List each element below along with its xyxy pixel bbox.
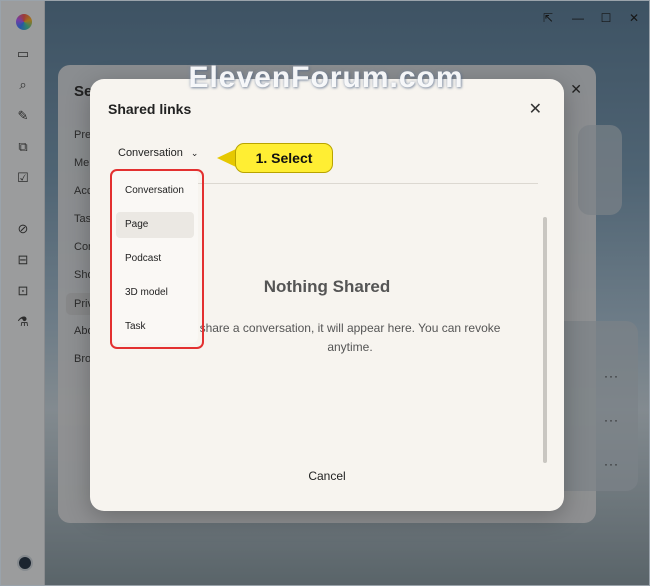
dialog-title: Shared links <box>108 101 192 117</box>
type-select[interactable]: Conversation ⌄ <box>118 147 198 159</box>
type-select-value: Conversation <box>118 147 183 159</box>
empty-state-description: share a conversation, it will appear her… <box>199 321 501 354</box>
highlight-box <box>110 169 204 349</box>
cancel-button[interactable]: Cancel <box>90 469 564 483</box>
watermark: ElevenForum.com <box>188 61 464 94</box>
close-icon[interactable]: ✕ <box>529 99 542 119</box>
callout-label: 1. Select <box>235 143 333 173</box>
callout-arrow <box>217 149 236 167</box>
app-window: ▭ ⌕ ✎ ⧉ ☑ ⊘ ⊟ ⊡ ⚗ ⇱ — ☐ ✕ Se ✕ Pre Me Ac… <box>0 0 650 586</box>
chevron-down-icon: ⌄ <box>190 148 199 158</box>
scrollbar[interactable] <box>543 217 547 463</box>
